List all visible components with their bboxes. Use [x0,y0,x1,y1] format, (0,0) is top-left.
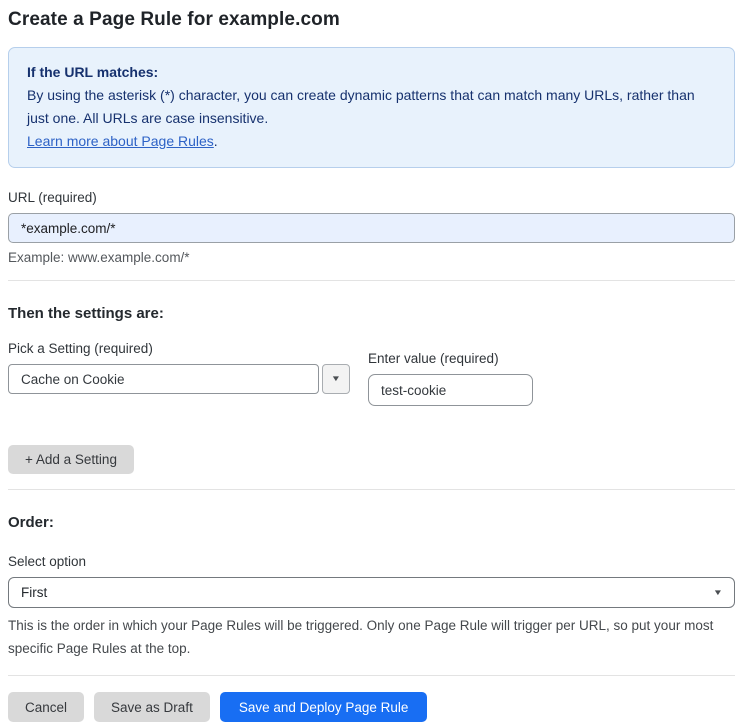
chevron-down-icon: ▼ [712,587,724,597]
add-setting-button[interactable]: + Add a Setting [8,445,134,474]
learn-more-link[interactable]: Learn more about Page Rules [27,133,214,149]
url-label: URL (required) [8,190,97,205]
page-title: Create a Page Rule for example.com [8,9,340,30]
url-match-info-box: If the URL matches: By using the asteris… [8,47,735,168]
link-suffix-text: . [213,133,218,149]
url-input[interactable] [8,213,735,243]
create-page-rule-form: Create a Page Rule for example.com If th… [0,0,750,722]
select-option-label: Select option [8,554,87,569]
info-box-body: By using the asterisk (*) character, you… [27,87,695,126]
info-link-row: Learn more about Page Rules. [27,130,716,153]
settings-row: Pick a Setting (required) Cache on Cooki… [8,341,735,406]
order-heading: Order: [8,514,54,531]
cancel-button[interactable]: Cancel [8,692,85,722]
order-help-text: This is the order in which your Page Rul… [8,618,714,656]
save-and-deploy-button[interactable]: Save and Deploy Page Rule [219,692,428,722]
setting-dropdown[interactable]: Cache on Cookie ▼ [8,364,350,394]
pick-setting-label: Pick a Setting (required) [8,341,153,356]
divider [8,280,735,281]
divider [8,675,735,676]
save-as-draft-button[interactable]: Save as Draft [94,692,210,722]
setting-value-input[interactable] [368,374,533,406]
order-select[interactable]: First ▼ [8,577,735,608]
url-example-hint: Example: www.example.com/* [8,250,190,265]
enter-value-label: Enter value (required) [368,351,499,366]
enter-value-column: Enter value (required) [368,341,533,406]
setting-dropdown-arrow-button[interactable]: ▼ [322,364,350,394]
divider [8,489,735,490]
setting-dropdown-value[interactable]: Cache on Cookie [8,364,319,394]
chevron-down-icon: ▼ [330,374,342,383]
info-box-heading: If the URL matches: [27,64,159,80]
form-actions: Cancel Save as Draft Save and Deploy Pag… [8,692,735,722]
pick-setting-column: Pick a Setting (required) Cache on Cooki… [8,341,350,406]
settings-heading: Then the settings are: [8,305,164,322]
order-select-value: First [21,585,48,600]
